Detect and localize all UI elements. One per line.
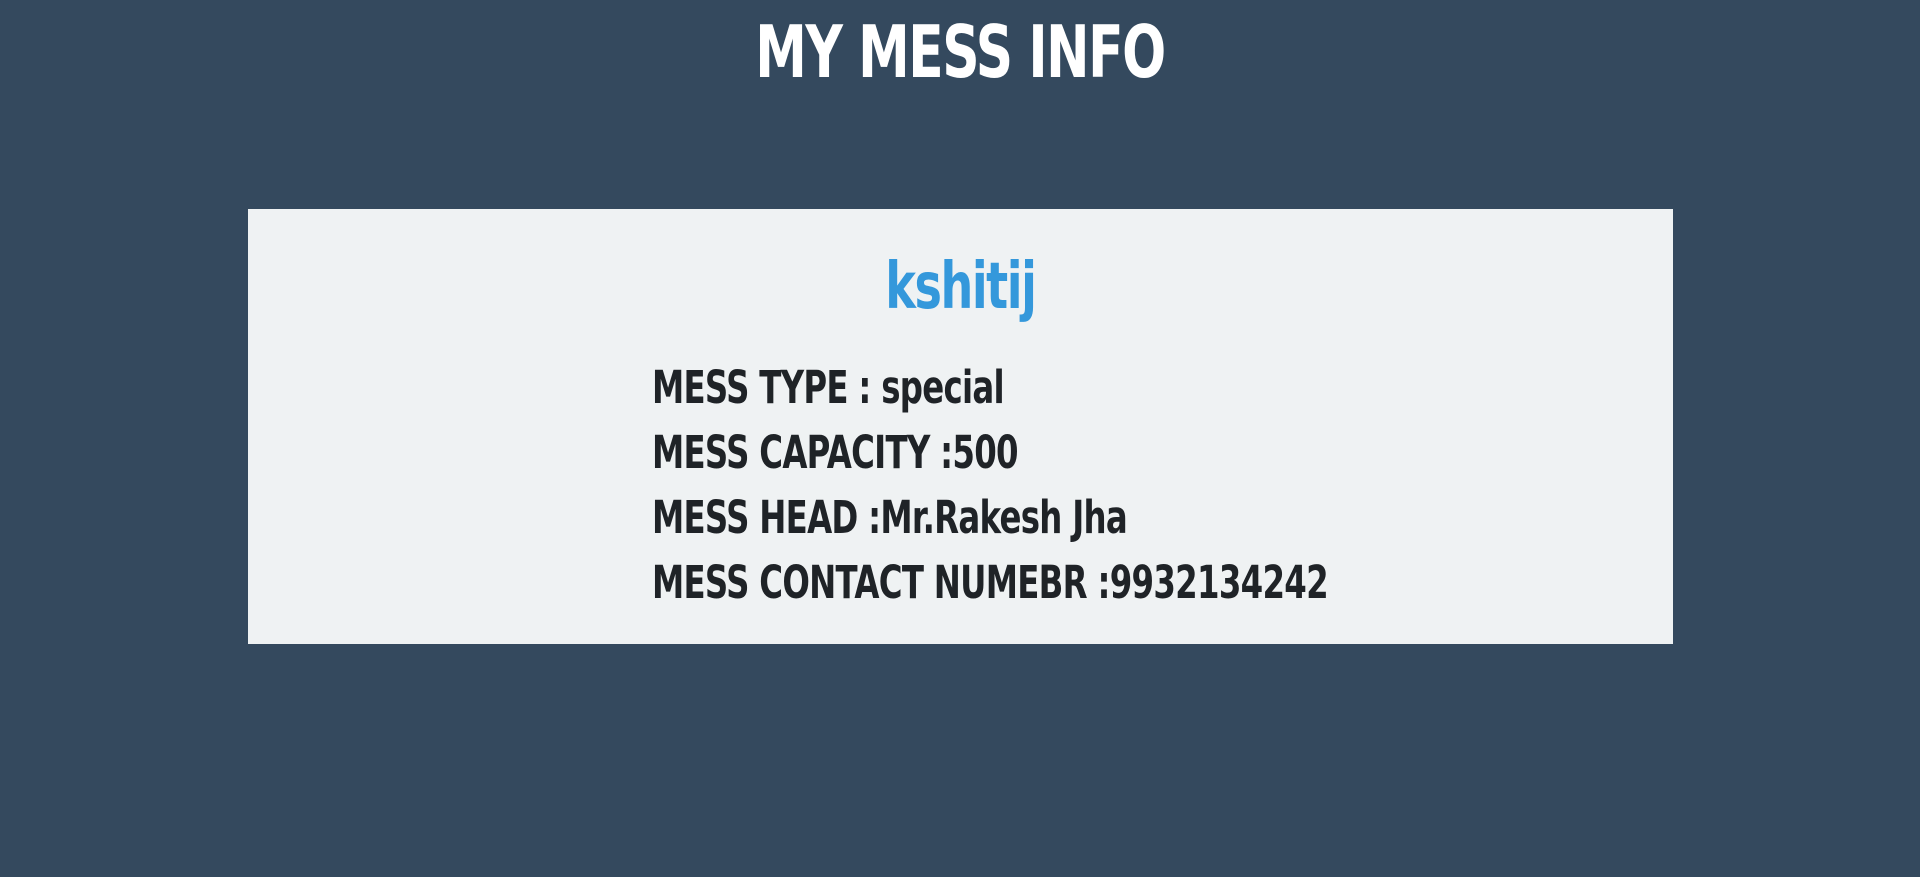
mess-type-label: MESS TYPE :: [652, 361, 882, 414]
mess-capacity-row: MESS CAPACITY :500: [652, 420, 1328, 485]
mess-name: kshitij: [885, 250, 1037, 324]
mess-info-card: kshitij MESS TYPE : special MESS CAPACIT…: [248, 209, 1673, 644]
mess-capacity-value: 500: [952, 426, 1018, 479]
mess-contact-label: MESS CONTACT NUMEBR :: [652, 556, 1110, 609]
mess-details-list: MESS TYPE : special MESS CAPACITY :500 M…: [652, 355, 1591, 615]
mess-contact-value: 9932134242: [1109, 556, 1329, 609]
page-title: MY MESS INFO: [755, 10, 1166, 94]
mess-capacity-label: MESS CAPACITY :: [652, 426, 953, 479]
mess-head-row: MESS HEAD :Mr.Rakesh Jha: [652, 485, 1328, 550]
mess-head-label: MESS HEAD :: [652, 491, 881, 544]
mess-contact-row: MESS CONTACT NUMEBR :9932134242: [652, 550, 1329, 615]
mess-head-value: Mr.Rakesh Jha: [880, 491, 1128, 544]
mess-type-value: special: [881, 361, 1004, 414]
mess-type-row: MESS TYPE : special: [652, 355, 1328, 420]
